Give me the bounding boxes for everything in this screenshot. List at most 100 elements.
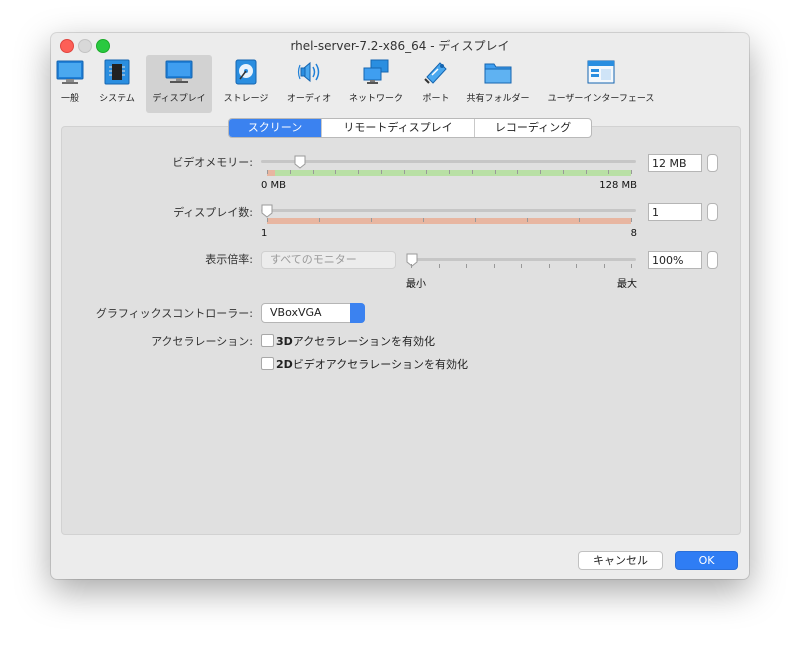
accel-2d-checkbox[interactable] (261, 357, 274, 370)
slider-tick (517, 170, 518, 174)
slider-tick (381, 170, 382, 174)
slider-tick (267, 170, 268, 174)
monitor-count-field[interactable]: 1 (648, 203, 702, 221)
slider-tick (466, 264, 467, 268)
slider-tick (426, 170, 427, 174)
accel-3d-label[interactable]: 3Dアクセラレーションを有効化 (276, 333, 435, 349)
slider-tick (521, 264, 522, 268)
monitor-count-slider[interactable] (261, 209, 636, 212)
acceleration-label: アクセラレーション: (151, 335, 253, 348)
monitor-count-range (267, 218, 631, 224)
scale-factor-stepper[interactable] (707, 251, 718, 269)
video-memory-range-ok (275, 170, 631, 176)
toolbar-item-label: ポート (422, 94, 450, 104)
toolbar-item-network[interactable]: ネットワーク (344, 55, 408, 113)
toolbar-item-shared-folders[interactable]: 共有フォルダー (462, 55, 534, 113)
monitor-count-stepper[interactable] (707, 203, 718, 221)
monitor-select-combo: すべてのモニター (261, 251, 396, 269)
scale-factor-min: 最小 (406, 279, 426, 290)
slider-tick (608, 170, 609, 174)
slider-tick (404, 170, 405, 174)
slider-tick (411, 264, 412, 268)
ui-window-icon (587, 60, 615, 84)
title-bar: rhel-server-7.2-x86_64 - ディスプレイ (51, 33, 749, 55)
slider-tick (335, 170, 336, 174)
scale-factor-label: 表示倍率: (205, 253, 253, 266)
slider-tick (423, 218, 424, 222)
slider-tick (563, 170, 564, 174)
slider-tick (472, 170, 473, 174)
graphics-controller-label: グラフィックスコントローラー: (95, 307, 253, 320)
slider-tick (449, 170, 450, 174)
disk-icon (235, 59, 257, 85)
port-icon (424, 62, 447, 84)
video-memory-slider-knob[interactable] (294, 155, 306, 169)
video-memory-field[interactable]: 12 MB (648, 154, 702, 172)
cancel-button[interactable]: キャンセル (578, 551, 663, 570)
settings-toolbar: 一般 システム ディスプレイ ストレージ オーディオ ネットワーク ポート 共有… (51, 55, 749, 119)
toolbar-item-label: 一般 (60, 94, 79, 104)
settings-window: rhel-server-7.2-x86_64 - ディスプレイ 一般 システム (51, 33, 749, 579)
slider-tick (604, 264, 605, 268)
toolbar-item-user-interface[interactable]: ユーザーインターフェース (545, 55, 657, 113)
toolbar-item-label: ネットワーク (348, 94, 403, 104)
slider-tick (576, 264, 577, 268)
slider-tick (579, 218, 580, 222)
scale-factor-max: 最大 (617, 279, 637, 290)
video-memory-max: 128 MB (599, 180, 637, 191)
slider-tick (631, 264, 632, 268)
slider-tick (495, 170, 496, 174)
toolbar-item-display[interactable]: ディスプレイ (146, 55, 212, 113)
network-icon (363, 59, 389, 84)
display-icon (165, 60, 193, 83)
slider-tick (313, 170, 314, 174)
scale-factor-field[interactable]: 100% (648, 251, 702, 269)
monitor-count-max: 8 (630, 228, 637, 239)
tab-screen[interactable]: スクリーン (229, 119, 321, 137)
speaker-icon (297, 61, 320, 83)
accel-2d-label[interactable]: 2Dビデオアクセラレーションを有効化 (276, 356, 468, 372)
toolbar-item-general[interactable]: 一般 (53, 55, 87, 113)
slider-tick (586, 170, 587, 174)
slider-tick (439, 264, 440, 268)
slider-tick (494, 264, 495, 268)
monitor-select-value: すべてのモニター (270, 253, 357, 266)
monitor-count-slider-knob[interactable] (261, 204, 273, 218)
video-memory-slider[interactable] (261, 160, 636, 163)
toolbar-item-label: ユーザーインターフェース (547, 94, 655, 104)
video-memory-min: 0 MB (261, 180, 287, 191)
slider-tick (631, 170, 632, 174)
slider-tick (267, 218, 268, 222)
graphics-controller-select[interactable]: VBoxVGA (261, 303, 365, 323)
chip-icon (104, 59, 130, 85)
monitor-count-label: ディスプレイ数: (173, 206, 253, 219)
slider-tick (475, 218, 476, 222)
display-tabs: スクリーン リモートディスプレイ レコーディング (228, 118, 592, 138)
window-title: rhel-server-7.2-x86_64 - ディスプレイ (290, 39, 510, 53)
toolbar-item-audio[interactable]: オーディオ (281, 55, 337, 113)
scale-factor-slider[interactable] (408, 258, 636, 261)
ok-button[interactable]: OK (675, 551, 738, 570)
video-memory-range-low (267, 170, 275, 176)
slider-tick (290, 170, 291, 174)
graphics-controller-value: VBoxVGA (270, 306, 322, 319)
accel-3d-checkbox[interactable] (261, 334, 274, 347)
toolbar-item-label: ディスプレイ (152, 94, 206, 104)
toolbar-item-label: オーディオ (286, 94, 332, 104)
toolbar-item-label: ストレージ (223, 94, 269, 104)
toolbar-item-system[interactable]: システム (93, 55, 141, 113)
tab-recording[interactable]: レコーディング (474, 119, 591, 137)
video-memory-label: ビデオメモリー: (172, 156, 253, 169)
chevron-updown-icon (350, 303, 365, 323)
video-memory-stepper[interactable] (707, 154, 718, 172)
tab-remote-display[interactable]: リモートディスプレイ (321, 119, 474, 137)
slider-tick (371, 218, 372, 222)
slider-tick (319, 218, 320, 222)
scale-factor-slider-knob[interactable] (406, 253, 418, 267)
toolbar-item-label: 共有フォルダー (466, 94, 530, 104)
toolbar-item-ports[interactable]: ポート (416, 55, 456, 113)
toolbar-item-storage[interactable]: ストレージ (219, 55, 273, 113)
screen-panel: スクリーン リモートディスプレイ レコーディング ビデオメモリー: 0 MB 1… (61, 118, 741, 535)
folder-icon (484, 63, 512, 84)
monitor-count-min: 1 (261, 228, 268, 239)
